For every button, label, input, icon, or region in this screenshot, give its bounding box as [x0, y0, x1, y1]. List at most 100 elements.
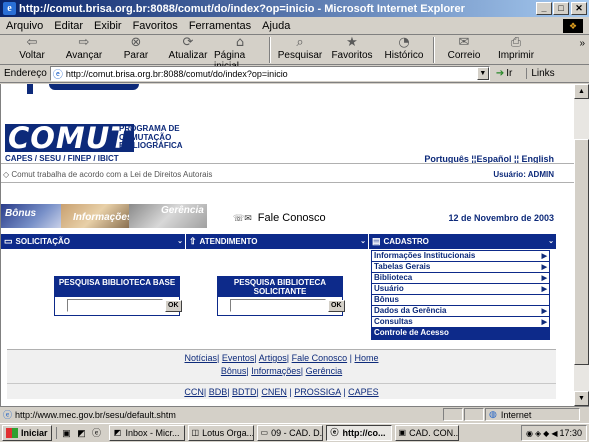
go-button[interactable]: ➔ Ir: [496, 68, 513, 79]
status-bar: ⓔ http://www.mec.gov.br/sesu/default.sht…: [0, 406, 589, 422]
page-icon: ⓔ: [52, 70, 63, 81]
informacoes-image-button[interactable]: Informações: [61, 204, 129, 228]
task-browser[interactable]: ⓔ http://co...: [325, 425, 392, 441]
title-bar[interactable]: e http://comut.brisa.org.br:8088/comut/d…: [0, 0, 589, 17]
forward-button[interactable]: ⇨ Avançar: [58, 36, 110, 62]
dropdown-item-controle-de-acesso[interactable]: Controle de Acesso: [372, 328, 549, 339]
history-icon: ◔: [398, 35, 410, 50]
search-button[interactable]: ⌕ Pesquisar: [274, 36, 326, 62]
submenu-arrow-icon: ▶: [541, 308, 547, 315]
desktop-icon[interactable]: ▣: [61, 427, 73, 439]
search-base-input[interactable]: [67, 299, 163, 312]
footer-link-home[interactable]: Home: [354, 353, 378, 363]
footer-link-bdtd[interactable]: BDTD: [232, 387, 257, 397]
menu-ferramentas[interactable]: Ferramentas: [189, 20, 251, 32]
back-arrow-icon: ⇦: [26, 35, 38, 50]
search-solicitante-input[interactable]: [230, 299, 326, 312]
menu-bar: Arquivo Editar Exibir Favoritos Ferramen…: [0, 17, 589, 35]
dropdown-item-tabelas-gerais[interactable]: Tabelas Gerais ▶: [372, 262, 549, 273]
dropdown-item-biblioteca[interactable]: Biblioteca ▶: [372, 273, 549, 284]
menu-atendimento[interactable]: ⇧ ATENDIMENTO ⌄: [186, 234, 369, 249]
mail-button[interactable]: ✉ Correio: [438, 36, 490, 62]
gerencia-image-button[interactable]: Gerência: [129, 204, 207, 228]
menu-editar[interactable]: Editar: [54, 20, 83, 32]
address-dropdown-icon[interactable]: ▼: [476, 67, 489, 80]
speaker-icon[interactable]: ◀: [551, 429, 557, 438]
links-button[interactable]: Links: [526, 68, 555, 79]
dropdown-item-usuario[interactable]: Usuário ▶: [372, 284, 549, 295]
stop-button[interactable]: ⊗ Parar: [110, 36, 162, 62]
footer-link-capes[interactable]: CAPES: [348, 387, 379, 397]
dropdown-item-dados-da-gerencia[interactable]: Dados da Gerência ▶: [372, 306, 549, 317]
top-banner: [1, 84, 574, 100]
footer-link-gerencia[interactable]: Gerência: [306, 366, 343, 376]
tray-icon[interactable]: ◆: [543, 429, 549, 438]
favorites-button[interactable]: ★ Favoritos: [326, 36, 378, 62]
task-cad[interactable]: ▭ 09 - CAD. D...: [256, 425, 323, 441]
search-solicitante-box: PESQUISA BIBLIOTECA SOLICITANTE OK: [217, 276, 345, 316]
print-button[interactable]: ⎙ Imprimir: [490, 35, 542, 62]
window-icon: ▣: [398, 428, 407, 437]
browser-window: e http://comut.brisa.org.br:8088/comut/d…: [0, 0, 589, 442]
scroll-down-icon[interactable]: ▼: [574, 391, 589, 406]
footer-link-informacoes[interactable]: Informações: [251, 366, 301, 376]
footer-link-ccn[interactable]: CCN: [184, 387, 204, 397]
footer-link-artigos[interactable]: Artigos: [259, 353, 287, 363]
address-input[interactable]: ⓔ http://comut.brisa.org.br:8088/comut/d…: [49, 66, 490, 81]
footer-link-noticias[interactable]: Notícias: [185, 353, 218, 363]
menu-cadastro[interactable]: ▤ CADASTRO ⌄: [369, 234, 556, 249]
menu-favoritos[interactable]: Favoritos: [133, 20, 178, 32]
contact-link[interactable]: ☏✉ Fale Conosco: [233, 212, 326, 224]
menu-exibir[interactable]: Exibir: [94, 20, 122, 32]
footer-link-fale-conosco[interactable]: Fale Conosco: [292, 353, 348, 363]
comut-logo[interactable]: COMUT PROGRAMA DE COMUTAÇÃO BIBLIOGRÁFIC…: [5, 124, 183, 163]
print-icon: ⎙: [510, 35, 522, 50]
start-button[interactable]: Iniciar: [2, 425, 52, 441]
scroll-up-icon[interactable]: ▲: [574, 84, 589, 99]
task-inbox[interactable]: ◩ Inbox - Micr...: [108, 425, 185, 441]
cadastro-icon: ▤: [372, 236, 381, 246]
dropdown-item-bonus[interactable]: Bônus: [372, 295, 549, 306]
windows-flag-icon: [6, 428, 18, 438]
search-solicitante-title: PESQUISA BIBLIOTECA SOLICITANTE: [218, 277, 342, 297]
dropdown-item-consultas[interactable]: Consultas ▶: [372, 317, 549, 328]
refresh-button[interactable]: ⟳ Atualizar: [162, 36, 214, 62]
clock[interactable]: 17:30: [559, 428, 582, 438]
status-text: http://www.mec.gov.br/sesu/default.shtm: [15, 409, 176, 420]
lotus-icon: ◫: [191, 428, 200, 437]
search-base-ok-button[interactable]: OK: [165, 299, 182, 312]
back-button[interactable]: ⇦ Voltar: [6, 35, 58, 62]
menu-solicitacao[interactable]: ▭ SOLICITAÇÃO ⌄: [1, 234, 186, 249]
security-zone: ◍ Internet: [485, 408, 580, 421]
banner-graphic: [49, 84, 139, 90]
ie-icon[interactable]: ⓔ: [91, 427, 103, 439]
task-lotus[interactable]: ◫ Lotus Orga...: [187, 425, 254, 441]
close-button[interactable]: ✕: [571, 2, 587, 15]
toolbar-more-icon[interactable]: »: [579, 38, 585, 49]
search-solicitante-ok-button[interactable]: OK: [328, 299, 345, 312]
bonus-image-button[interactable]: Bônus: [1, 204, 61, 228]
address-url: http://comut.brisa.org.br:8088/comut/do/…: [65, 68, 288, 79]
footer-link-bonus[interactable]: Bônus: [221, 366, 247, 376]
outlook-icon[interactable]: ◩: [76, 427, 88, 439]
scrollbar-thumb[interactable]: [574, 139, 589, 365]
tray-icon[interactable]: ◉: [526, 429, 533, 438]
contact-icon: ☏✉: [233, 213, 252, 223]
menu-arquivo[interactable]: Arquivo: [6, 20, 43, 32]
dropdown-item-informacoes-institucionais[interactable]: Informações Institucionais ▶: [372, 251, 549, 262]
toolbar-separator: [269, 37, 271, 63]
footer-link-prossiga[interactable]: PROSSIGA: [294, 387, 341, 397]
current-user: Usuário: ADMIN: [493, 170, 554, 179]
maximize-button[interactable]: □: [553, 2, 569, 15]
vertical-scrollbar[interactable]: ▲ ▼: [574, 84, 589, 406]
menu-ajuda[interactable]: Ajuda: [262, 20, 290, 32]
footer-link-bdb[interactable]: BDB: [209, 387, 228, 397]
minimize-button[interactable]: _: [536, 2, 552, 15]
task-cad-con[interactable]: ▣ CAD. CON...: [394, 425, 459, 441]
footer-link-cnen[interactable]: CNEN: [261, 387, 287, 397]
history-button[interactable]: ◔ Histórico: [378, 35, 430, 62]
page-icon: ⓔ: [3, 410, 13, 420]
tray-icon[interactable]: ◈: [535, 429, 541, 438]
globe-icon: ◍: [489, 409, 497, 419]
footer-link-eventos[interactable]: Eventos: [222, 353, 255, 363]
